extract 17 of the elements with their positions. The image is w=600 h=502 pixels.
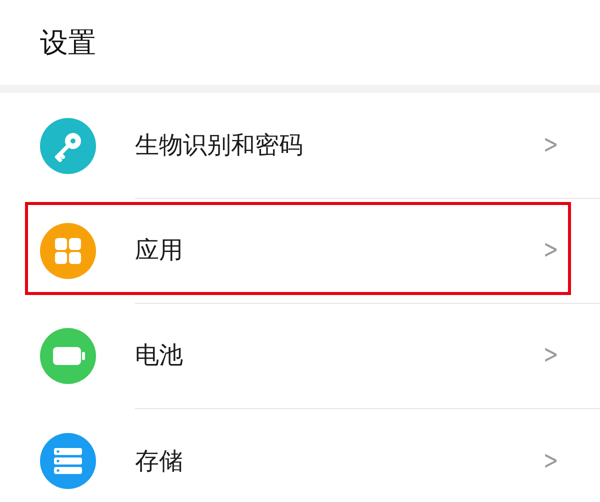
item-label: 生物识别和密码 — [135, 130, 303, 161]
settings-item[interactable]: 应用 > — [0, 198, 600, 303]
settings-item[interactable]: 电池 > — [0, 303, 600, 408]
page-title: 设置 — [40, 24, 96, 60]
settings-item[interactable]: 生物识别和密码 > — [0, 93, 600, 198]
storage-icon — [40, 432, 96, 488]
chevron-icon: > — [543, 235, 559, 265]
chevron-icon: > — [543, 130, 559, 160]
chevron-icon: > — [543, 340, 559, 370]
settings-item[interactable]: 存储 > — [0, 408, 600, 502]
item-label: 应用 — [135, 235, 183, 266]
battery-icon — [40, 328, 96, 384]
key-icon — [40, 118, 96, 174]
item-label: 存储 — [135, 446, 183, 476]
apps-grid-icon — [40, 222, 96, 278]
chevron-icon: > — [543, 446, 559, 476]
item-label: 电池 — [135, 340, 183, 371]
